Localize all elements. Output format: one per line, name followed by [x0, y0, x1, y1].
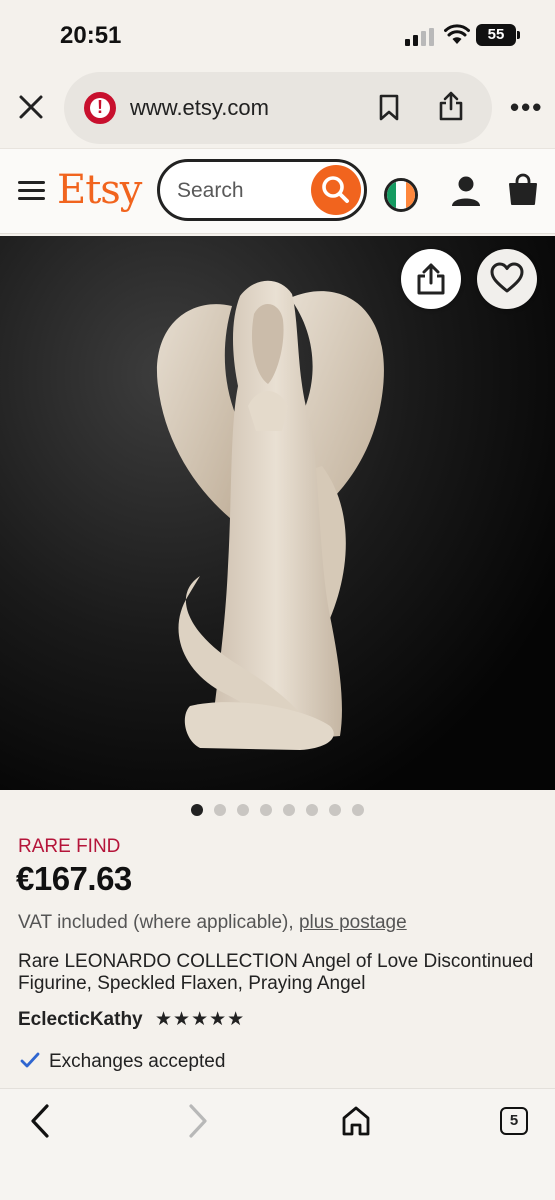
url-text[interactable]: www.etsy.com [130, 95, 269, 121]
region-flag-icon[interactable] [384, 178, 418, 212]
product-image[interactable] [0, 236, 555, 790]
browser-bottom-toolbar: 5 [0, 1088, 555, 1200]
status-bar: 20:51 55 [0, 0, 555, 70]
more-options-icon[interactable]: ••• [510, 94, 543, 120]
browser-toolbar: www.etsy.com ••• [0, 70, 555, 148]
security-warning-icon[interactable] [84, 92, 116, 124]
checkmark-icon [20, 1052, 40, 1068]
carousel-dot[interactable] [237, 804, 249, 816]
heart-icon [490, 262, 524, 293]
shop-name-link[interactable]: EclecticKathy [18, 1009, 143, 1031]
carousel-dot[interactable] [283, 804, 295, 816]
menu-icon[interactable] [18, 181, 45, 201]
listing-title: Rare LEONARDO COLLECTION Angel of Love D… [18, 951, 534, 994]
carousel-dot[interactable] [214, 804, 226, 816]
image-carousel-dots[interactable] [0, 804, 555, 820]
angel-figurine-image [156, 280, 384, 750]
search-placeholder: Search [177, 179, 244, 202]
share-listing-button[interactable] [401, 249, 461, 309]
battery-icon: 55 [476, 24, 520, 46]
close-icon[interactable] [18, 94, 44, 120]
back-icon[interactable] [28, 1103, 52, 1139]
carousel-dot[interactable] [306, 804, 318, 816]
share-icon [417, 263, 445, 295]
search-icon [322, 176, 349, 203]
share-icon[interactable] [438, 90, 464, 122]
postage-link[interactable]: plus postage [299, 912, 407, 933]
bookmark-icon[interactable] [378, 94, 400, 122]
forward-icon[interactable] [186, 1103, 210, 1139]
etsy-logo[interactable]: Etsy [57, 167, 142, 213]
cellular-signal-icon [405, 28, 435, 46]
vat-text: VAT included (where applicable), [18, 912, 299, 933]
rating-stars[interactable]: ★★★★★ [155, 1008, 245, 1031]
favorite-button[interactable] [477, 249, 537, 309]
site-header: Etsy Search [0, 148, 555, 234]
search-button[interactable] [311, 165, 361, 215]
address-bar[interactable]: www.etsy.com [64, 72, 492, 144]
carousel-dot[interactable] [352, 804, 364, 816]
vat-note: VAT included (where applicable), plus po… [18, 912, 407, 934]
carousel-dot[interactable] [191, 804, 203, 816]
tabs-button[interactable]: 5 [500, 1107, 528, 1135]
search-input[interactable]: Search [157, 159, 367, 221]
clock: 20:51 [60, 22, 122, 49]
wifi-icon [444, 24, 470, 44]
carousel-dot[interactable] [329, 804, 341, 816]
exchanges-accepted: Exchanges accepted [49, 1051, 226, 1072]
cart-icon[interactable] [507, 173, 539, 207]
price: €167.63 [16, 860, 132, 897]
rare-find-badge: RARE FIND [18, 836, 121, 857]
account-icon[interactable] [451, 175, 481, 207]
carousel-dot[interactable] [260, 804, 272, 816]
home-icon[interactable] [341, 1105, 371, 1137]
